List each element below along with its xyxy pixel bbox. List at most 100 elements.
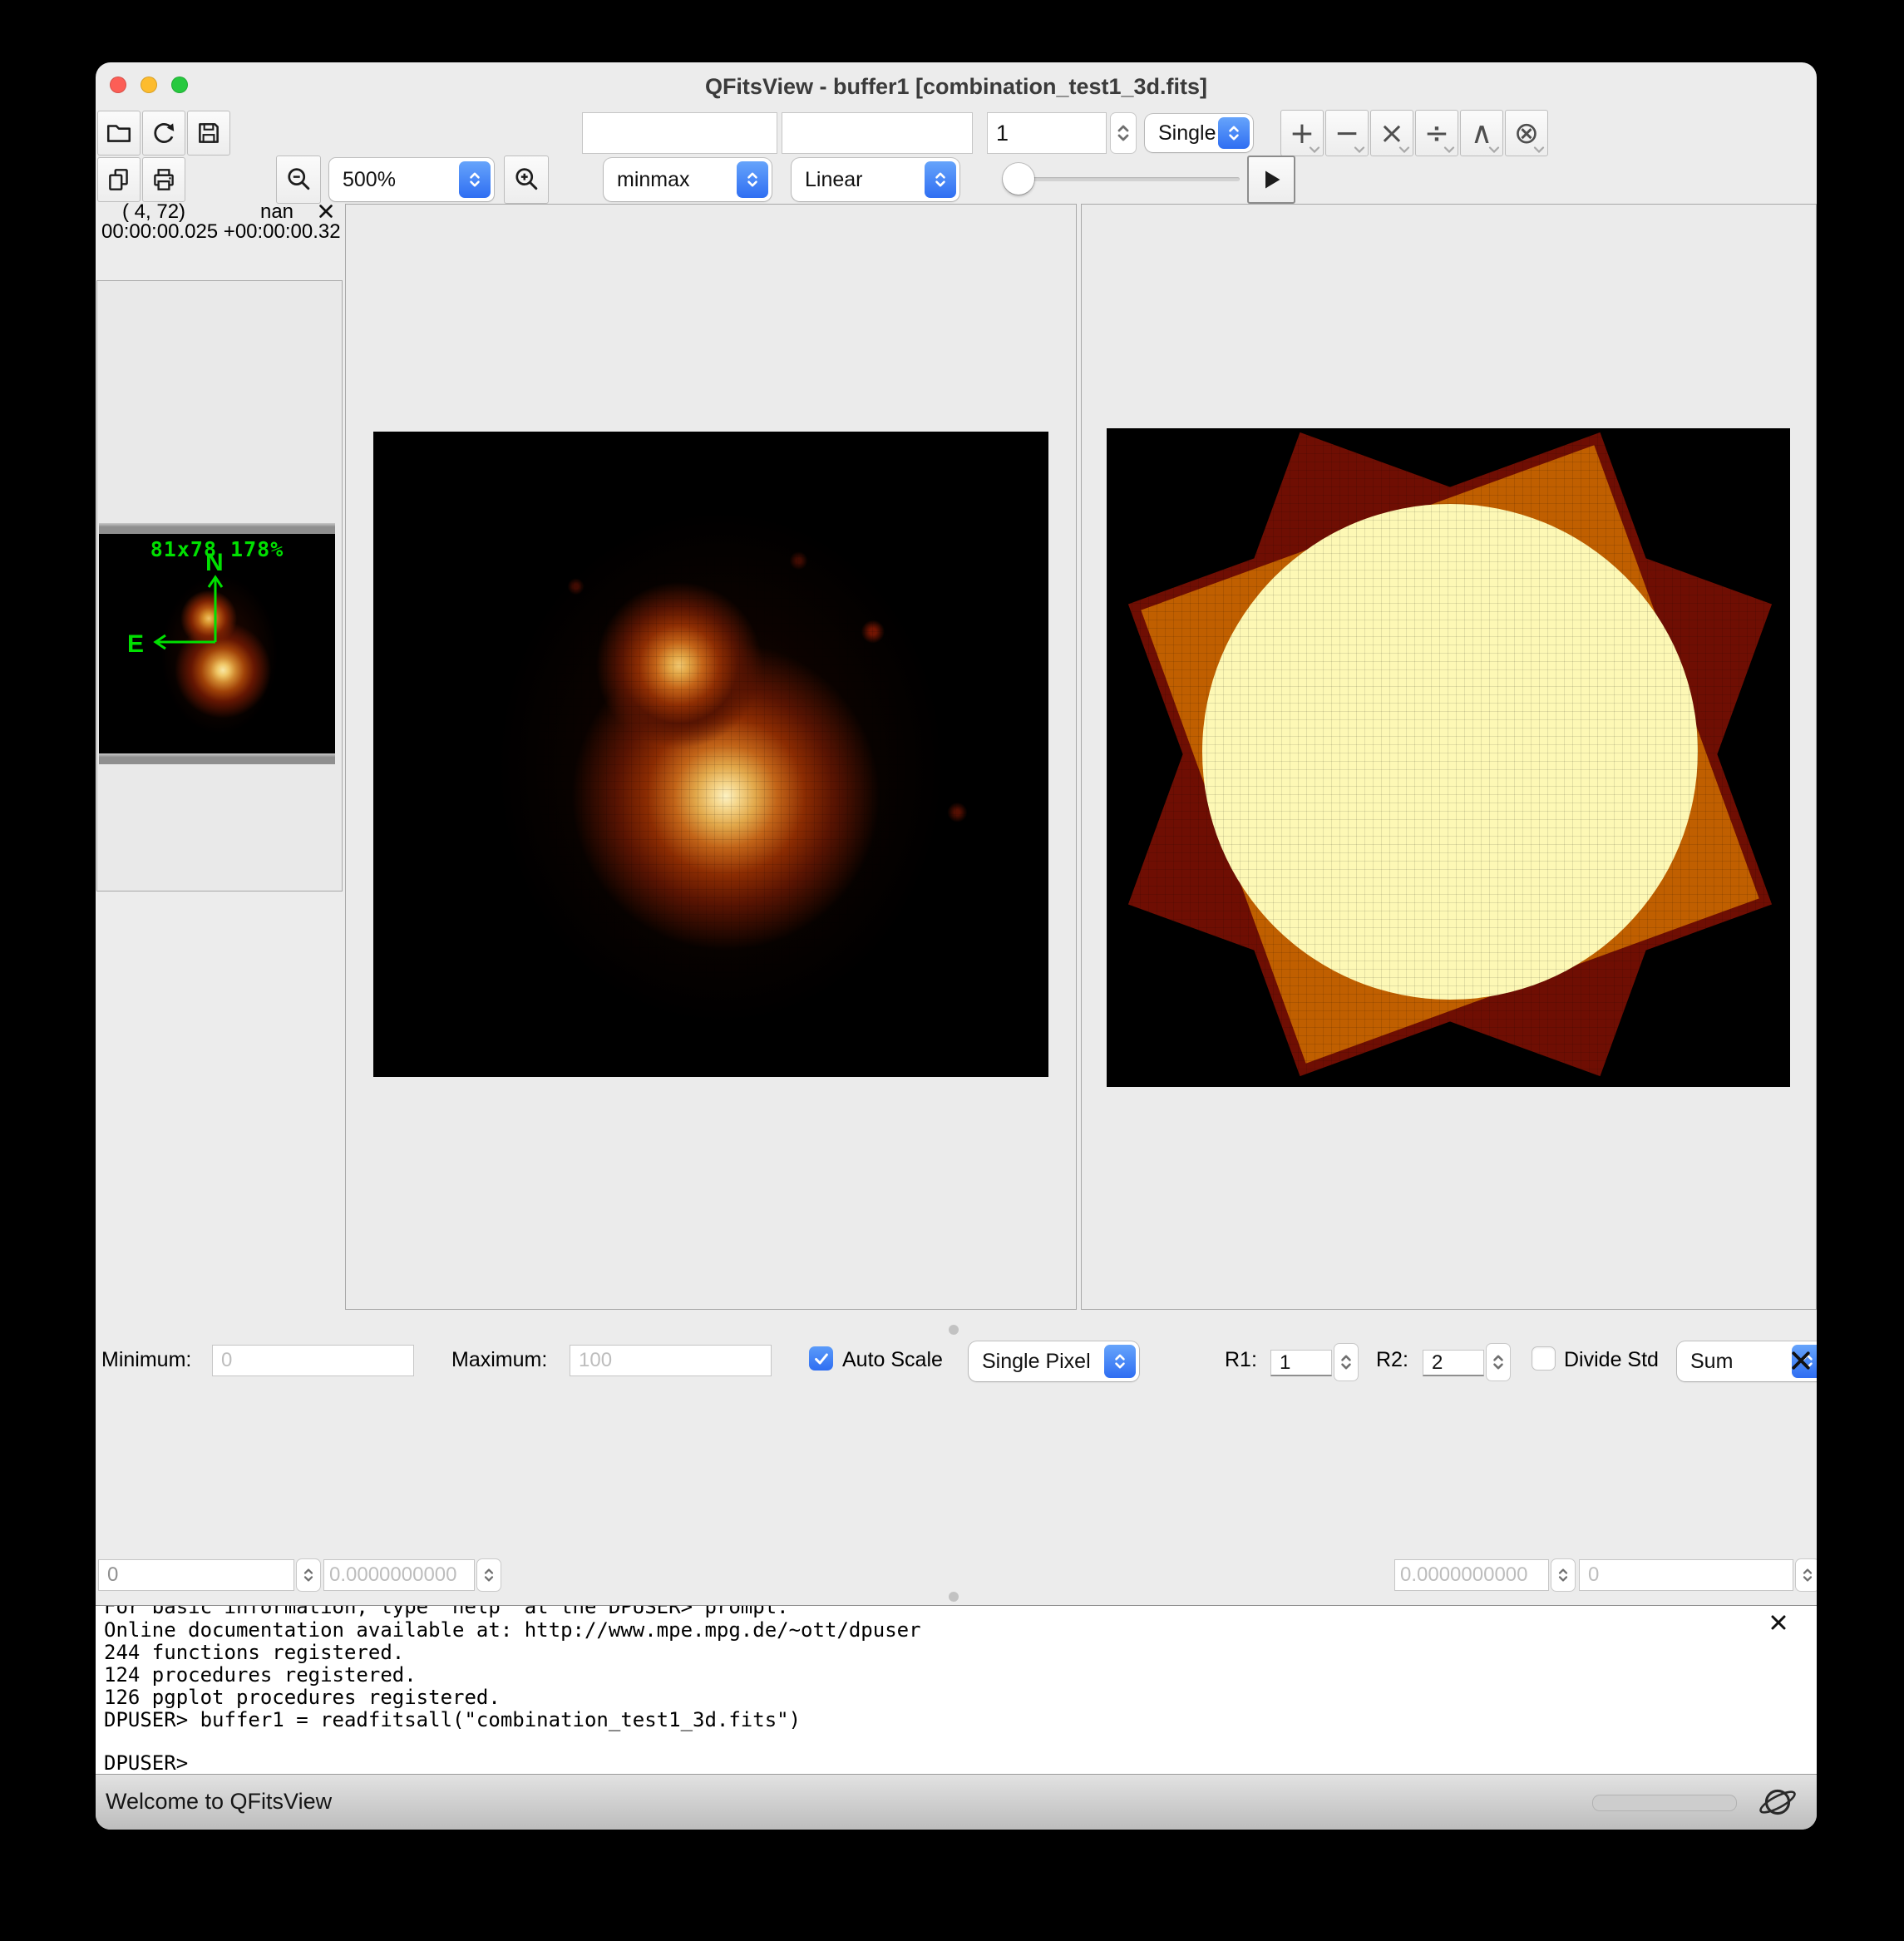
open-file-button[interactable] [97, 111, 141, 156]
console-line: 126 pgplot procedures registered. [104, 1686, 501, 1709]
screenshot-root: { "colors": { "accent": "#2f6ef2", "wind… [0, 0, 1904, 1941]
maximum-value: 100 [579, 1349, 613, 1371]
buffer-number-stepper[interactable] [1110, 112, 1137, 154]
autoscale-checkbox[interactable] [809, 1346, 833, 1371]
galaxy-image[interactable] [373, 432, 1048, 1077]
dpuser-console[interactable]: For basic information, type 'help' at th… [96, 1605, 1817, 1774]
zoom-out-icon [284, 165, 313, 195]
op-add-button[interactable]: + [1280, 110, 1324, 156]
window-title: QFitsView - buffer1 [combination_test1_3… [704, 74, 1208, 99]
console-line: DPUSER> buffer1 = readfitsall("combinati… [104, 1708, 802, 1731]
up-down-arrows-icon [302, 1566, 315, 1584]
op-power-button[interactable]: ∧ [1460, 110, 1503, 156]
readout-wcs-coords: 00:00:00.025 +00:00:00.32 [101, 220, 341, 243]
channel-index-right-stepper[interactable] [1795, 1558, 1817, 1592]
toolbar-field-2[interactable] [782, 112, 973, 154]
play-button[interactable] [1247, 156, 1295, 204]
stretch-mode-combo[interactable]: Linear [792, 158, 959, 201]
wavelength-field-right[interactable]: 0.0000000000 [1394, 1559, 1549, 1591]
folder-icon [105, 119, 133, 147]
console-line: Online documentation available at: http:… [104, 1618, 921, 1642]
readout-close-icon[interactable] [317, 202, 335, 220]
wavelength-right-stepper[interactable] [1551, 1558, 1576, 1592]
compass-overlay: N E [127, 549, 224, 658]
status-message: Welcome to QFitsView [106, 1789, 333, 1814]
op-divide-button[interactable]: ÷ [1415, 110, 1458, 156]
aperture-mask-image[interactable] [1107, 428, 1790, 1087]
combine-mode-value: Sum [1690, 1349, 1734, 1373]
print-button[interactable] [142, 157, 185, 202]
divide-icon: ÷ [1423, 116, 1450, 151]
maximum-label: Maximum: [451, 1348, 548, 1371]
up-down-arrows-icon [1556, 1566, 1570, 1584]
toolbar-field-1[interactable] [582, 112, 777, 154]
wavelength-left-value: 0.0000000000 [329, 1563, 457, 1586]
buffer-number-field[interactable]: 1 [987, 112, 1107, 154]
main-view-left [345, 204, 1077, 1310]
chevron-down-icon [1354, 146, 1365, 153]
preview-scroll-strip-top[interactable] [99, 523, 335, 534]
op-convolve-button[interactable]: ⊗ [1505, 110, 1548, 156]
splitter-handle-upper[interactable] [949, 1325, 959, 1335]
preview-scroll-strip-bottom[interactable] [99, 753, 335, 764]
r2-stepper[interactable] [1486, 1343, 1511, 1381]
zoom-in-button[interactable] [504, 156, 549, 204]
console-close-icon[interactable] [1768, 1613, 1788, 1632]
splitter-handle-lower[interactable] [949, 1592, 959, 1602]
cut-mode-value: minmax [617, 167, 690, 191]
maximum-field[interactable]: 100 [570, 1345, 772, 1376]
pixel-mode-value: Single Pixel [982, 1349, 1091, 1373]
r2-label: R2: [1376, 1348, 1408, 1371]
circled-times-icon: ⊗ [1513, 116, 1540, 151]
statusbar: Welcome to QFitsView [96, 1774, 1817, 1830]
buffer-mode-combo[interactable]: Single [1145, 114, 1253, 152]
r1-field[interactable]: 1 [1270, 1350, 1332, 1376]
channel-index-right-value: 0 [1588, 1563, 1600, 1586]
combo-chevrons-icon [737, 161, 768, 198]
op-subtract-button[interactable]: − [1325, 110, 1369, 156]
zoom-level-value: 500% [343, 167, 396, 191]
wavelength-right-value: 0.0000000000 [1400, 1563, 1528, 1586]
copy-icon [105, 165, 133, 194]
chevron-down-icon [1533, 146, 1545, 153]
minimum-value: 0 [221, 1349, 233, 1371]
power-icon: ∧ [1470, 116, 1493, 151]
minimum-field[interactable]: 0 [212, 1345, 414, 1376]
combo-chevrons-icon [459, 161, 491, 198]
pixel-mode-combo[interactable]: Single Pixel [969, 1341, 1139, 1381]
wavelength-left-stepper[interactable] [476, 1558, 501, 1592]
zoom-level-combo[interactable]: 500% [329, 158, 494, 201]
up-down-arrows-icon [482, 1566, 496, 1584]
channel-index-field-right[interactable]: 0 [1579, 1559, 1793, 1591]
wavelength-field-left[interactable]: 0.0000000000 [323, 1559, 475, 1591]
cut-mode-combo[interactable]: minmax [604, 158, 772, 201]
autoscale-label: Auto Scale [842, 1348, 943, 1371]
channel-index-left-stepper[interactable] [296, 1558, 321, 1592]
console-line: 124 procedures registered. [104, 1663, 417, 1687]
chevron-down-icon [1443, 146, 1455, 153]
save-button[interactable] [187, 111, 230, 156]
main-view-right [1081, 204, 1817, 1310]
frame-slider-knob[interactable] [1003, 163, 1034, 195]
copy-button[interactable] [97, 157, 141, 202]
zoom-in-icon [511, 165, 541, 195]
divide-std-checkbox[interactable] [1532, 1346, 1556, 1371]
divide-std-label: Divide Std [1564, 1348, 1659, 1371]
minimum-label: Minimum: [101, 1348, 192, 1371]
r2-field[interactable]: 2 [1423, 1350, 1484, 1376]
channel-index-field-left[interactable]: 0 [98, 1559, 294, 1591]
chevron-down-icon [1398, 146, 1410, 153]
spectrum-close-icon[interactable] [1788, 1348, 1813, 1373]
up-down-arrows-icon [1339, 1352, 1354, 1372]
mask-yellow-circle [1202, 504, 1698, 1000]
minus-icon: − [1334, 116, 1360, 151]
zoom-out-button[interactable] [276, 156, 321, 204]
reload-button[interactable] [142, 111, 185, 156]
console-line: 244 functions registered. [104, 1641, 405, 1664]
refresh-icon [150, 119, 178, 147]
save-icon [195, 119, 223, 147]
frame-slider-track[interactable] [1017, 177, 1240, 181]
preview-image[interactable]: 81x78 178% N E [99, 534, 335, 753]
r1-stepper[interactable] [1334, 1343, 1359, 1381]
op-multiply-button[interactable]: × [1370, 110, 1413, 156]
